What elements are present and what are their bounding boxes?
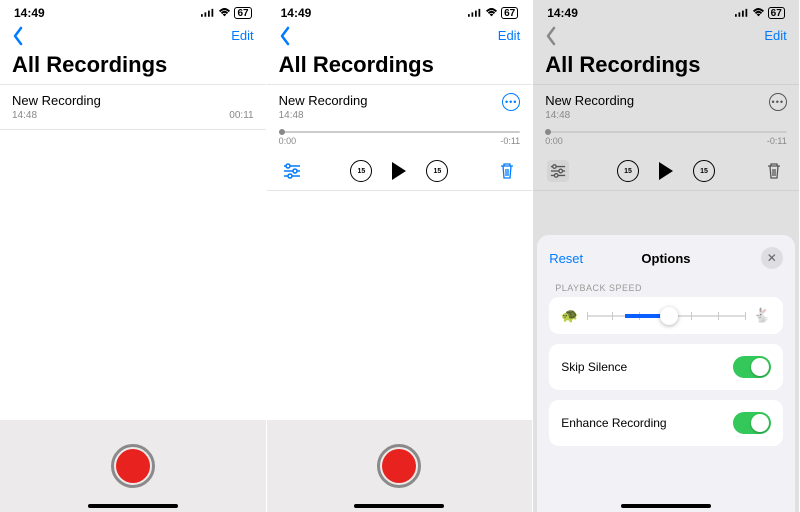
edit-button[interactable]: Edit — [231, 28, 253, 43]
options-icon[interactable] — [281, 160, 303, 182]
back-button[interactable] — [12, 26, 24, 44]
recording-time: 14:48 — [12, 110, 101, 121]
rabbit-icon: 🐇 — [753, 307, 770, 324]
turtle-icon: 🐢 — [561, 307, 578, 324]
battery-icon: 67 — [501, 7, 518, 19]
sheet-header: Reset Options ✕ — [545, 245, 787, 279]
recording-name: New Recording — [279, 93, 368, 108]
page-title: All Recordings — [0, 52, 266, 84]
edit-button[interactable]: Edit — [498, 28, 520, 43]
play-button — [659, 162, 673, 180]
clock: 14:49 — [281, 6, 312, 20]
scrubber-track[interactable] — [279, 131, 521, 133]
player-controls: 15 15 — [545, 160, 787, 182]
elapsed-time: 0:00 — [279, 136, 297, 146]
screen-list: 14:49 67 Edit All Recordings New Recordi… — [0, 0, 267, 512]
recording-duration: 00:11 — [229, 110, 253, 121]
skip-fwd-button: 15 — [693, 160, 715, 182]
recording-name: New Recording — [545, 93, 634, 108]
status-right: 67 — [201, 7, 251, 19]
skip-silence-row: Skip Silence — [549, 344, 783, 390]
signal-icon — [201, 8, 215, 18]
player-controls: 15 15 — [279, 160, 521, 182]
wifi-icon — [752, 8, 765, 18]
recording-row[interactable]: New Recording 14:48 00:11 — [0, 84, 266, 130]
screen-options-sheet: 14:49 67 Edit All Recordings New Recordi… — [533, 0, 800, 512]
skip-fwd-button[interactable]: 15 — [426, 160, 448, 182]
status-bar: 14:49 67 — [533, 0, 799, 22]
options-sheet: Reset Options ✕ PLAYBACK SPEED 🐢 🐇 Skip … — [537, 235, 795, 512]
record-bar — [0, 420, 266, 512]
recording-time: 14:48 — [545, 110, 634, 121]
skip-back-button: 15 — [617, 160, 639, 182]
recording-row-expanded: New Recording 14:48 ••• 0:00 -0:11 15 15 — [533, 84, 799, 191]
delete-button — [763, 160, 785, 182]
nav-bar: Edit — [267, 22, 533, 52]
wifi-icon — [218, 8, 231, 18]
nav-bar: Edit — [533, 22, 799, 52]
status-right: 67 — [468, 7, 518, 19]
clock: 14:49 — [14, 6, 45, 20]
status-right: 67 — [735, 7, 785, 19]
reset-button[interactable]: Reset — [549, 251, 583, 266]
scrubber-track — [545, 131, 787, 133]
enhance-label: Enhance Recording — [561, 416, 666, 430]
more-button: ••• — [769, 93, 787, 111]
battery-icon: 67 — [768, 7, 785, 19]
home-indicator[interactable] — [88, 504, 178, 508]
skip-silence-toggle[interactable] — [733, 356, 771, 378]
skip-silence-label: Skip Silence — [561, 360, 627, 374]
nav-bar: Edit — [0, 22, 266, 52]
record-button[interactable] — [111, 444, 155, 488]
edit-button: Edit — [764, 28, 786, 43]
speed-slider[interactable]: 🐢 🐇 — [561, 307, 771, 324]
scrubber[interactable]: 0:00 -0:11 — [279, 131, 521, 146]
enhance-row: Enhance Recording — [549, 400, 783, 446]
status-bar: 14:49 67 — [0, 0, 266, 22]
clock: 14:49 — [547, 6, 578, 20]
speed-thumb[interactable] — [660, 307, 678, 325]
close-button[interactable]: ✕ — [761, 247, 783, 269]
options-icon — [547, 160, 569, 182]
enhance-toggle[interactable] — [733, 412, 771, 434]
play-button[interactable] — [392, 162, 406, 180]
record-icon — [116, 449, 150, 483]
wifi-icon — [485, 8, 498, 18]
skip-back-button[interactable]: 15 — [350, 160, 372, 182]
recording-row-expanded: New Recording 14:48 ••• 0:00 -0:11 15 15 — [267, 84, 533, 191]
recording-time: 14:48 — [279, 110, 368, 121]
more-button[interactable]: ••• — [502, 93, 520, 111]
sheet-title: Options — [641, 251, 690, 266]
record-icon — [382, 449, 416, 483]
elapsed-time: 0:00 — [545, 136, 563, 146]
speed-track[interactable] — [587, 315, 746, 317]
remaining-time: -0:11 — [500, 136, 520, 146]
screen-player: 14:49 67 Edit All Recordings New Recordi… — [267, 0, 534, 512]
page-title: All Recordings — [533, 52, 799, 84]
back-button — [545, 26, 557, 44]
speed-section-label: PLAYBACK SPEED — [545, 279, 787, 297]
back-button[interactable] — [279, 26, 291, 44]
speed-card: 🐢 🐇 — [549, 297, 783, 334]
scrubber: 0:00 -0:11 — [545, 131, 787, 146]
battery-icon: 67 — [234, 7, 251, 19]
delete-button[interactable] — [496, 160, 518, 182]
recording-name: New Recording — [12, 93, 101, 108]
remaining-time: -0:11 — [767, 136, 787, 146]
home-indicator[interactable] — [621, 504, 711, 508]
signal-icon — [468, 8, 482, 18]
record-bar — [267, 420, 533, 512]
page-title: All Recordings — [267, 52, 533, 84]
status-bar: 14:49 67 — [267, 0, 533, 22]
home-indicator[interactable] — [354, 504, 444, 508]
signal-icon — [735, 8, 749, 18]
record-button[interactable] — [377, 444, 421, 488]
